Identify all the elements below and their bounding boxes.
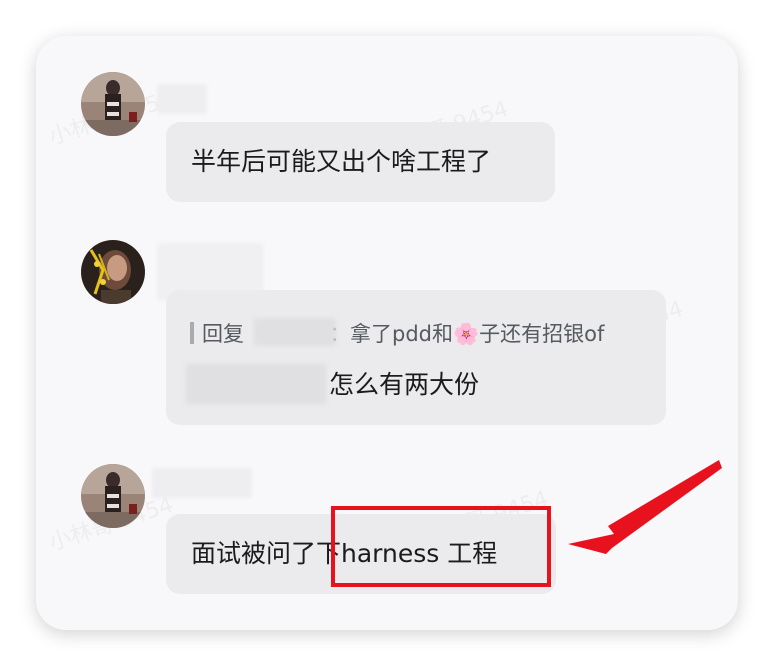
red-arrow-icon [568, 460, 722, 554]
chat-card: 小林哥 9454 小林哥 9454 小林哥 9454 小林哥 9454 小林哥 … [36, 36, 738, 630]
